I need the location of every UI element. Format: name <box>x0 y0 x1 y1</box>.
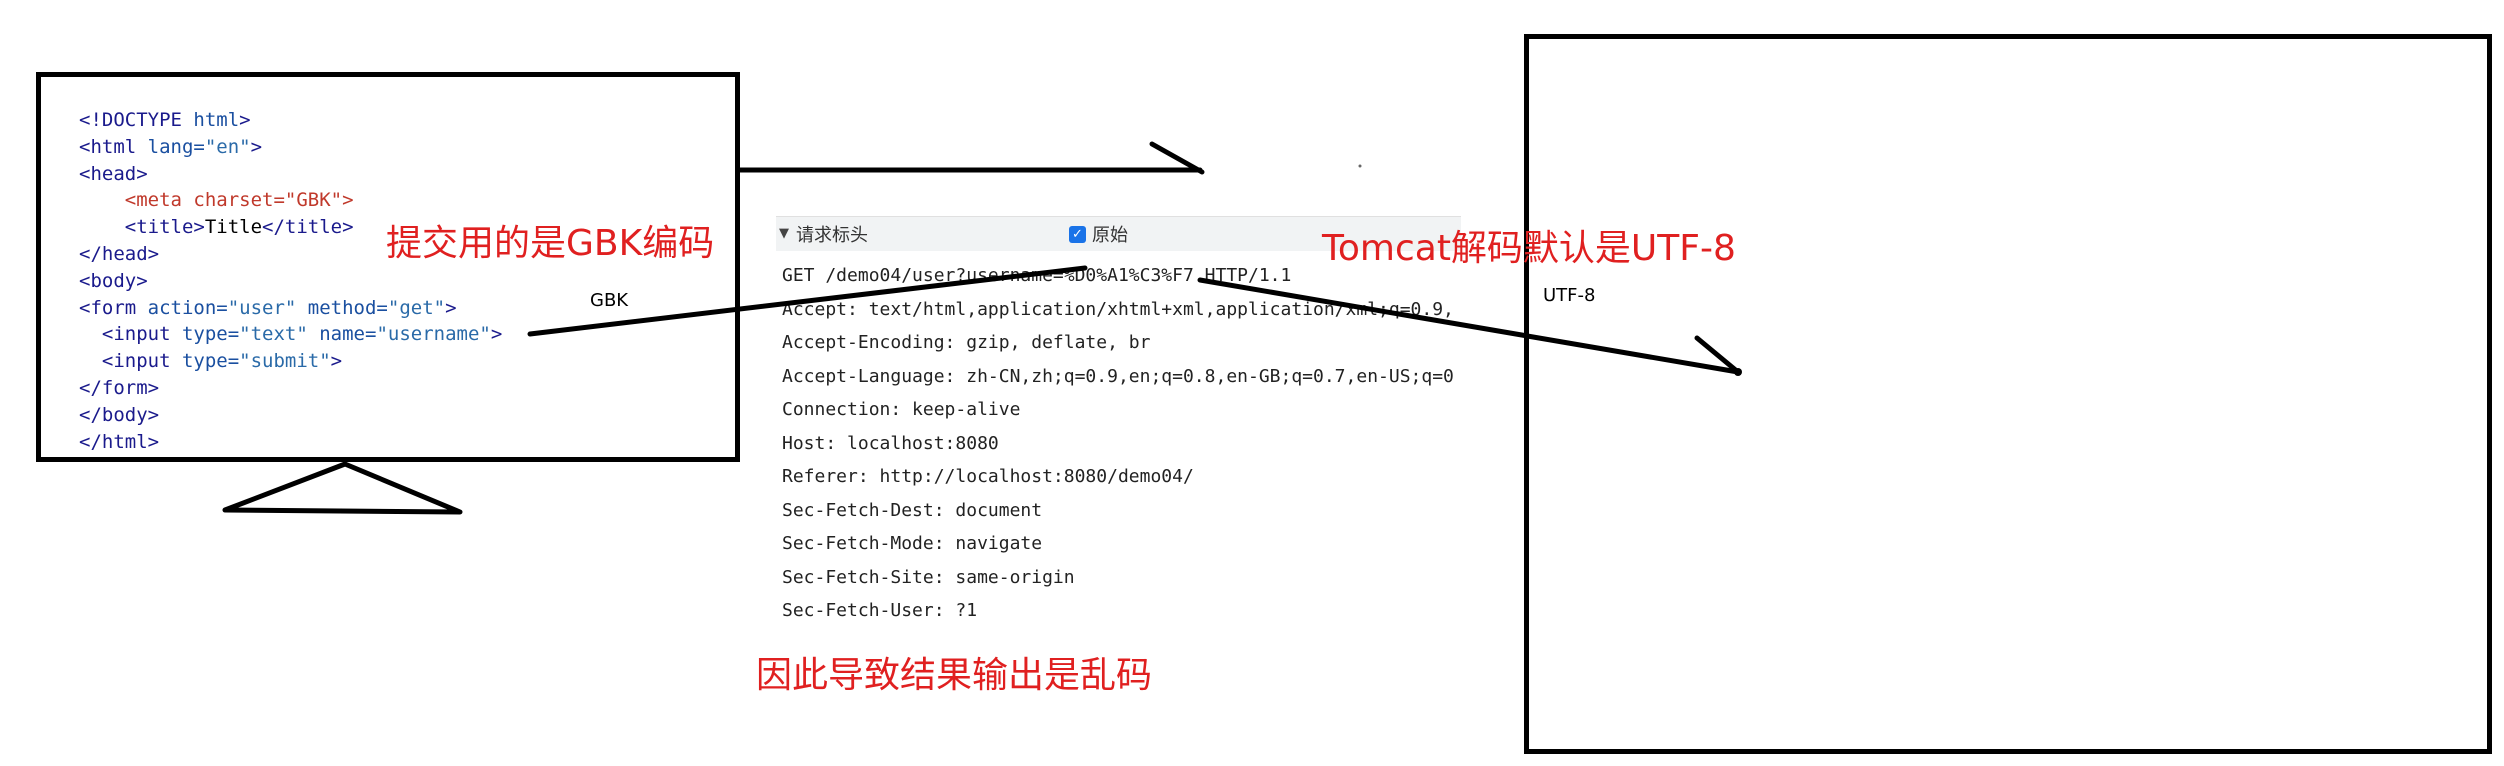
arrow-tip-dot <box>1734 368 1742 376</box>
stand-triangle <box>222 461 463 515</box>
stray-dot <box>1358 164 1362 168</box>
request-arrow-line <box>527 265 1088 337</box>
decode-arrow-line <box>1197 277 1741 375</box>
arrow-layer <box>222 141 1742 515</box>
